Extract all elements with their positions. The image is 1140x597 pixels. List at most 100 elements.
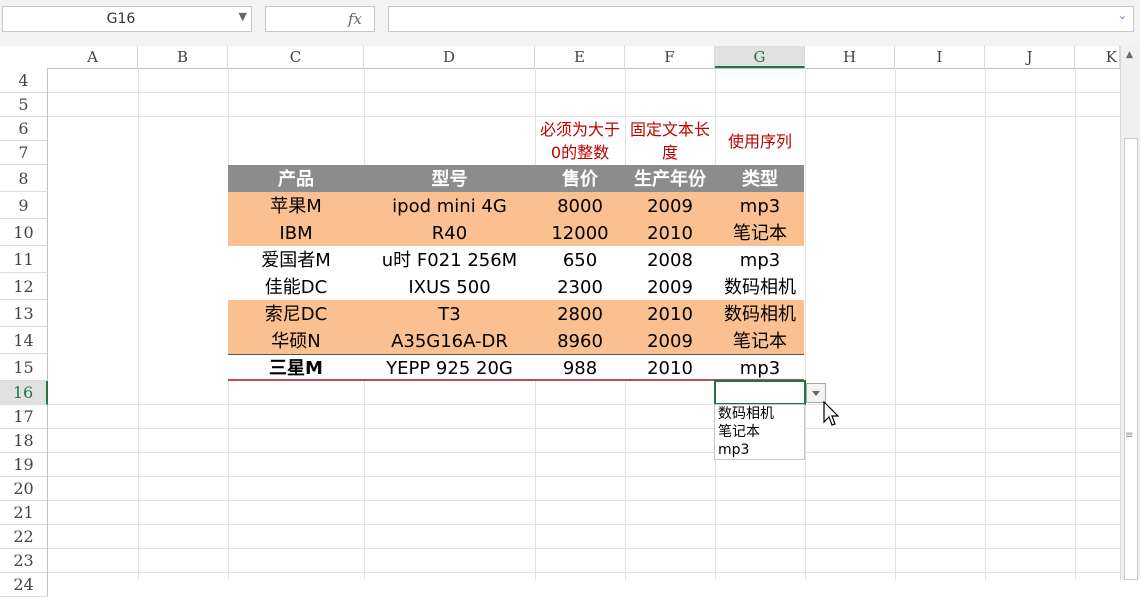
dropdown-arrow-button[interactable] [806,383,826,403]
table-cell[interactable]: 2800 [535,301,625,328]
table-cell[interactable]: 爱国者M [228,247,364,274]
table-cell[interactable]: A35G16A-DR [364,328,535,355]
function-icon[interactable]: fx [348,10,362,28]
table-cell[interactable]: 数码相机 [715,274,805,301]
row-header-12[interactable]: 12 [0,273,48,300]
vertical-scrollbar[interactable]: ▲ ≡ [1120,46,1140,580]
row-header-22[interactable]: 22 [0,525,48,549]
scrollbar-grip-icon: ≡ [1125,430,1134,441]
table-cell[interactable]: mp3 [715,247,805,274]
grid-row [48,549,1120,573]
table-header-cell: 产品 [278,169,314,190]
grid-row [48,68,1120,93]
table-header-cell: 售价 [562,169,598,190]
row-header-19[interactable]: 19 [0,453,48,477]
row-header-18[interactable]: 18 [0,429,48,453]
formula-bar: G16 ▼ fx ⌄ [0,0,1140,46]
table-cell[interactable]: mp3 [715,193,805,220]
name-box-value: G16 [106,11,136,27]
active-cell-g16[interactable] [714,380,806,405]
note-price-rule: 必须为大于0的整数 [539,120,620,162]
table-cell[interactable]: 8000 [535,193,625,220]
table-cell[interactable]: 三星M [228,355,364,382]
table-cell[interactable]: 2009 [625,193,715,220]
table-cell[interactable]: u时 F021 256M [364,247,535,274]
table-cell[interactable]: 2009 [625,328,715,355]
row-header-11[interactable]: 11 [0,246,48,273]
column-header-f[interactable]: F [625,46,715,68]
formula-input[interactable]: ⌄ [388,6,1134,32]
row-header-10[interactable]: 10 [0,219,48,246]
column-header-e[interactable]: E [535,46,625,68]
row-header-20[interactable]: 20 [0,477,48,501]
column-header-i[interactable]: I [895,46,985,68]
table-cell[interactable]: 笔记本 [715,220,805,247]
table-cell[interactable]: 苹果M [228,193,364,220]
table-cell[interactable]: T3 [364,301,535,328]
table-cell[interactable]: 笔记本 [715,328,805,355]
table-cell[interactable]: 2010 [625,355,715,382]
column-header-b[interactable]: B [138,46,228,68]
name-box[interactable]: G16 ▼ [2,6,252,32]
row-header-16[interactable]: 16 [0,381,48,405]
chevron-down-icon[interactable]: ▼ [239,10,247,23]
scroll-up-icon[interactable]: ▲ [1126,50,1133,60]
table-cell[interactable]: 12000 [535,220,625,247]
row-header-17[interactable]: 17 [0,405,48,429]
grid-row [48,405,1120,429]
table-cell[interactable]: 数码相机 [715,301,805,328]
row-header-4[interactable]: 4 [0,68,48,93]
row-header-15[interactable]: 15 [0,354,48,381]
table-cell[interactable]: ipod mini 4G [364,193,535,220]
table-cell[interactable]: 2010 [625,301,715,328]
scrollbar-thumb[interactable] [1124,138,1138,580]
row-header-9[interactable]: 9 [0,192,48,219]
grid-row [48,429,1120,453]
dropdown-option[interactable]: mp3 [715,441,804,459]
column-header-c[interactable]: C [228,46,364,68]
row-header-14[interactable]: 14 [0,327,48,354]
table-cell[interactable]: YEPP 925 20G [364,355,535,382]
grid-row [48,525,1120,549]
table-cell[interactable]: 索尼DC [228,301,364,328]
table-cell[interactable]: IBM [228,220,364,247]
row-header-24[interactable]: 24 [0,573,48,597]
grid-row [48,381,1120,405]
column-header-g[interactable]: G [715,46,805,68]
row-header-21[interactable]: 21 [0,501,48,525]
grid-row [48,477,1120,501]
table-cell[interactable]: IXUS 500 [364,274,535,301]
table-cell[interactable]: 8960 [535,328,625,355]
table-header-cell: 生产年份 [634,169,706,190]
row-header-7[interactable]: 7 [0,141,48,165]
column-header-a[interactable]: A [48,46,138,68]
expand-formula-icon[interactable]: ⌄ [1118,9,1127,22]
table-cell[interactable]: 988 [535,355,625,382]
column-header-j[interactable]: J [985,46,1075,68]
table-header-cell: 类型 [742,169,778,190]
table-cell[interactable]: 2300 [535,274,625,301]
table-cell[interactable]: 2008 [625,247,715,274]
table-cell[interactable]: 2010 [625,220,715,247]
validation-dropdown-list: 数码相机 笔记本 mp3 [714,404,805,460]
table-cell[interactable]: 2009 [625,274,715,301]
table-cell[interactable]: 佳能DC [228,274,364,301]
row-header-8[interactable]: 8 [0,165,48,192]
row-header-6[interactable]: 6 [0,117,48,141]
row-header-13[interactable]: 13 [0,300,48,327]
column-header-bar: A B C D E F G H I J K [0,46,1140,69]
grid-row [48,453,1120,477]
column-header-d[interactable]: D [364,46,535,68]
dropdown-option[interactable]: 笔记本 [715,423,804,441]
table-cell[interactable]: 华硕N [228,328,364,355]
column-header-h[interactable]: H [805,46,895,68]
insert-function-box[interactable]: fx [265,6,375,32]
table-cell[interactable]: 650 [535,247,625,274]
row-header-5[interactable]: 5 [0,93,48,117]
dropdown-option[interactable]: 数码相机 [715,405,804,423]
table-cell[interactable]: R40 [364,220,535,247]
table-cell[interactable]: mp3 [715,355,805,382]
grid-row [48,93,1120,117]
row-header-23[interactable]: 23 [0,549,48,573]
column-header-k[interactable]: K [1075,46,1120,68]
